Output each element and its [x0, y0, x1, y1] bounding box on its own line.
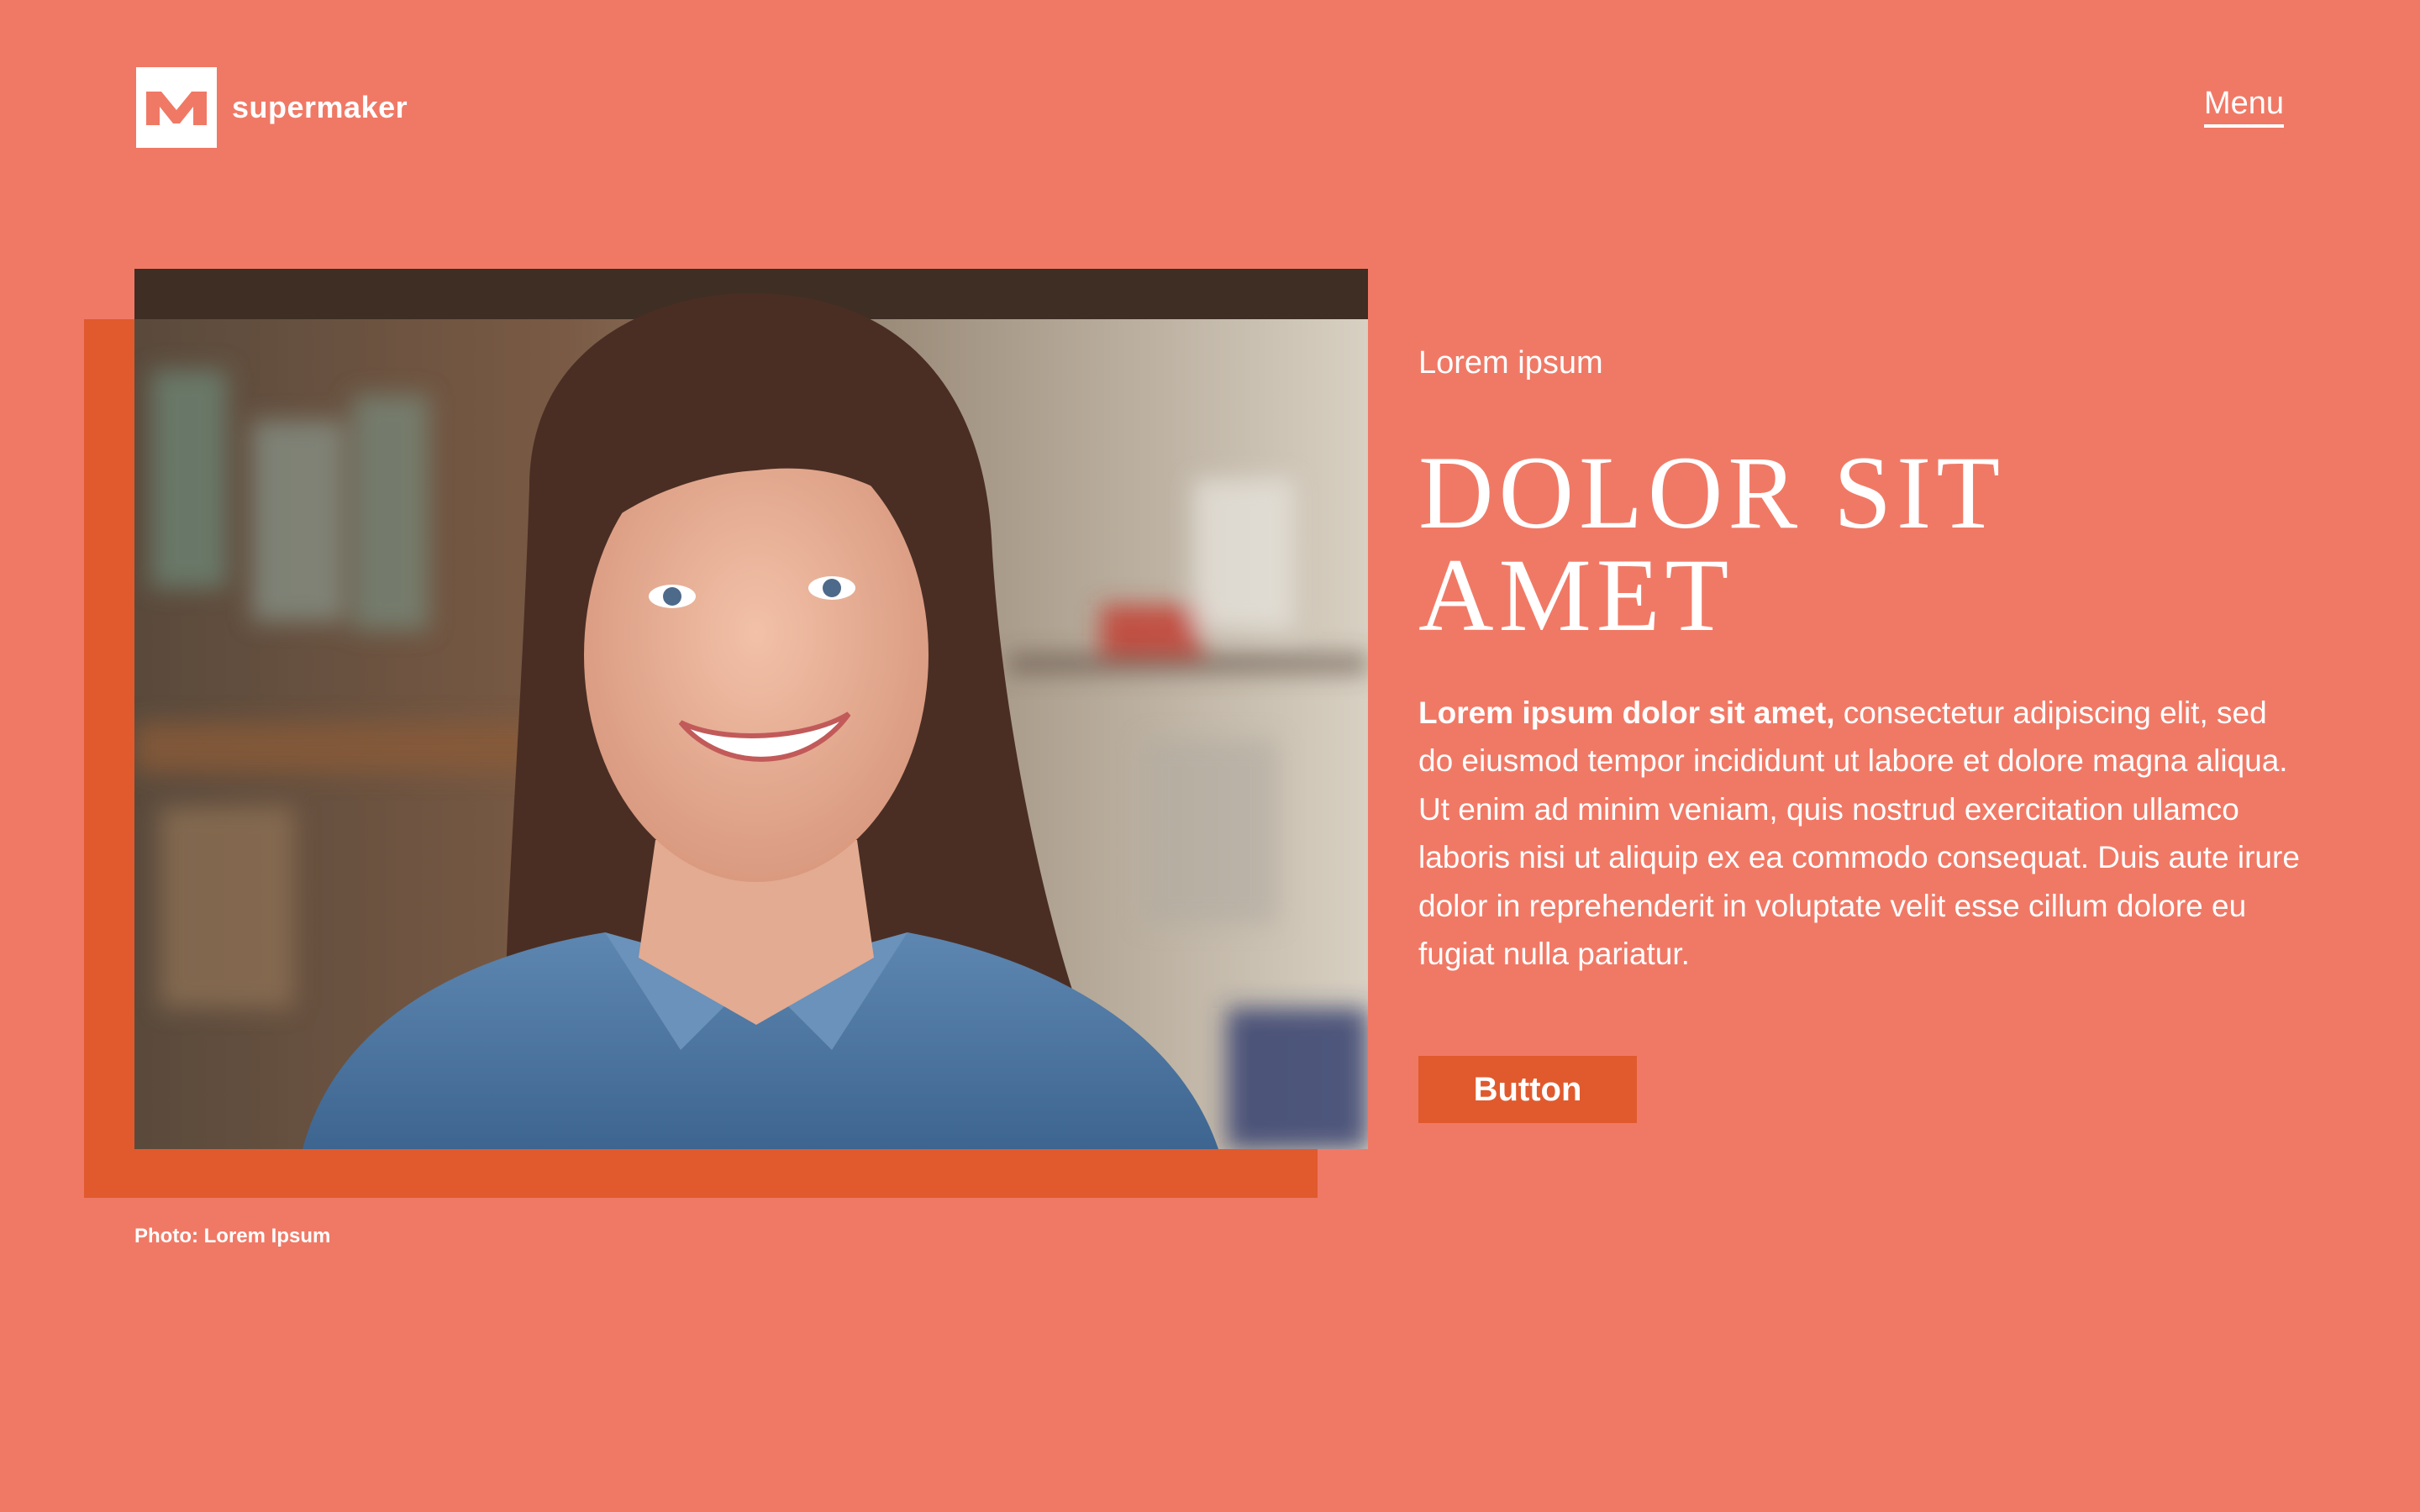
page-title: DOLOR SIT AMET — [1418, 434, 2003, 653]
photo-caption: Photo: Lorem Ipsum — [134, 1225, 331, 1247]
menu-link[interactable]: Menu — [2203, 87, 2284, 128]
body-paragraph: Lorem ipsum dolor sit amet, consectetur … — [1418, 689, 2309, 979]
body-lead: Lorem ipsum dolor sit amet, — [1418, 695, 1835, 730]
landing-page: supermaker Menu Photo: Lorem Ipsum Lorem… — [0, 0, 2420, 1512]
hero-content: Lorem ipsum DOLOR SIT AMET Lorem ipsum d… — [1418, 344, 2309, 1123]
portrait-photo — [134, 269, 1368, 1149]
body-rest: consectetur adipiscing elit, sed do eius… — [1418, 695, 2300, 972]
brand-name: supermaker — [232, 90, 408, 124]
m-logo-icon — [136, 67, 217, 148]
brand-logo[interactable]: supermaker — [136, 67, 408, 148]
primary-button[interactable]: Button — [1418, 1055, 1637, 1123]
eyebrow-text: Lorem ipsum — [1418, 345, 1603, 381]
